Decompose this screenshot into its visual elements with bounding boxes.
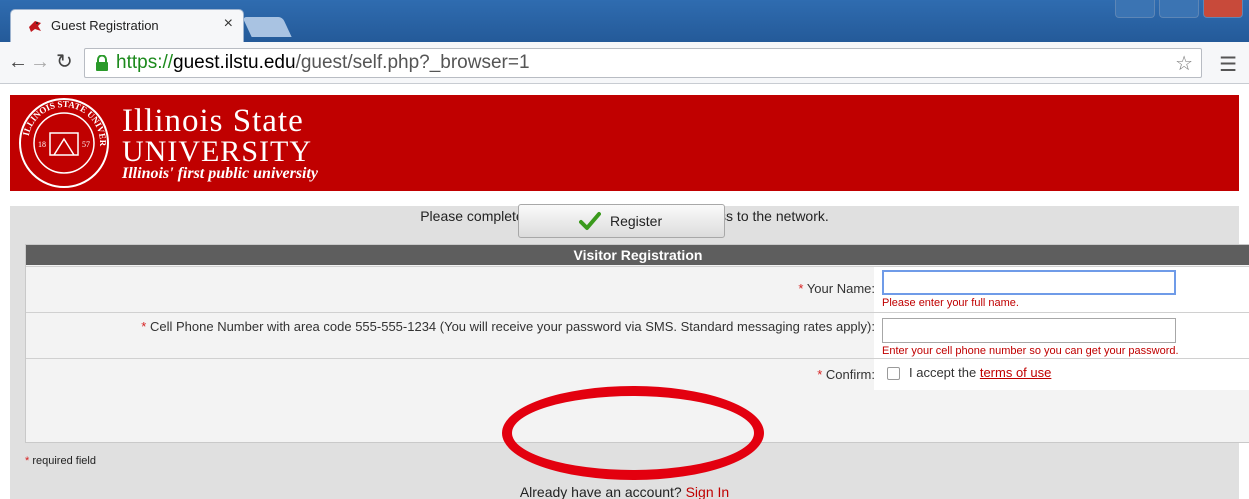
new-tab-button[interactable]	[242, 17, 292, 37]
name-hint: Please enter your full name.	[882, 297, 1019, 309]
forward-arrow-icon[interactable]: →	[30, 51, 50, 73]
required-mark: *	[25, 455, 30, 467]
browser-tabstrip: Guest Registration ×	[0, 0, 1249, 42]
browser-tab[interactable]: Guest Registration ×	[10, 9, 244, 42]
sign-in-link[interactable]: Sign In	[686, 484, 730, 499]
name-label-text: Your Name:	[806, 281, 875, 296]
confirm-label-text: Confirm:	[825, 367, 875, 382]
university-banner: ILLINOIS STATE UNIVERSITY 18 57 Illinois…	[10, 95, 1239, 191]
university-seal-icon: ILLINOIS STATE UNIVERSITY 18 57	[18, 97, 109, 188]
required-mark: *	[817, 367, 823, 382]
tab-close-icon[interactable]: ×	[224, 15, 233, 33]
reload-icon[interactable]: ↻	[56, 51, 73, 73]
url-scheme: https://	[116, 52, 174, 73]
bookmark-star-icon[interactable]: ☆	[1175, 51, 1193, 76]
phone-input[interactable]	[882, 318, 1176, 343]
minimize-button[interactable]	[1115, 0, 1155, 18]
accept-terms-checkbox[interactable]	[887, 367, 900, 380]
required-field-note: * required field	[25, 455, 96, 467]
browser-toolbar: ← → ↻ https://guest.ilstu.edu/guest/self…	[0, 42, 1249, 84]
accept-terms-label: I accept the terms of use	[909, 365, 1051, 380]
browser-menu-icon[interactable]: ☰	[1219, 52, 1237, 77]
tab-title: Guest Registration	[51, 18, 159, 33]
maximize-button[interactable]	[1159, 0, 1199, 18]
register-label: Register	[610, 213, 663, 229]
phone-label-text: Cell Phone Number with area code 555-555…	[149, 319, 875, 334]
phone-field-cell: Enter your cell phone number so you can …	[874, 313, 1249, 358]
name-input[interactable]	[882, 270, 1176, 295]
annotation-ring	[502, 386, 764, 480]
account-prompt: Already have an account?	[519, 484, 682, 499]
terms-of-use-link[interactable]: terms of use	[980, 365, 1052, 380]
phone-hint: Enter your cell phone number so you can …	[882, 345, 1179, 357]
seal-year-left: 18	[38, 140, 46, 149]
checkmark-icon	[579, 212, 601, 230]
brand-tagline: Illinois' first public university	[122, 165, 319, 182]
window-close-button[interactable]	[1203, 0, 1243, 18]
window-controls	[1115, 0, 1243, 20]
name-row: * Your Name: Please enter your full name…	[26, 266, 1249, 312]
confirm-field-cell: I accept the terms of use	[874, 359, 1249, 390]
name-field-cell: Please enter your full name.	[874, 267, 1249, 312]
form-title: Visitor Registration	[26, 245, 1249, 265]
signin-prompt: Already have an account? Sign In	[10, 484, 1239, 499]
accept-text: I accept the	[909, 365, 977, 380]
confirm-label: * Confirm:	[817, 367, 875, 382]
register-button[interactable]: Register	[518, 204, 725, 238]
address-bar[interactable]: https://guest.ilstu.edu/guest/self.php?_…	[84, 48, 1202, 78]
required-field-text: required field	[32, 455, 96, 467]
lock-icon	[96, 55, 108, 71]
url-host: guest.ilstu.edu	[173, 52, 296, 73]
phone-label: * Cell Phone Number with area code 555-5…	[75, 318, 875, 335]
seal-year-right: 57	[82, 140, 90, 149]
url-text: https://guest.ilstu.edu/guest/self.php?_…	[116, 52, 530, 74]
url-path: /guest/self.php?_browser=1	[295, 52, 530, 73]
brand-line-2: UNIVERSITY	[122, 135, 312, 168]
name-label: * Your Name:	[798, 281, 875, 296]
back-arrow-icon[interactable]: ←	[8, 51, 28, 73]
phone-row: * Cell Phone Number with area code 555-5…	[26, 312, 1249, 358]
required-mark: *	[141, 319, 147, 334]
cardinal-icon	[29, 21, 41, 32]
required-mark: *	[798, 281, 804, 296]
